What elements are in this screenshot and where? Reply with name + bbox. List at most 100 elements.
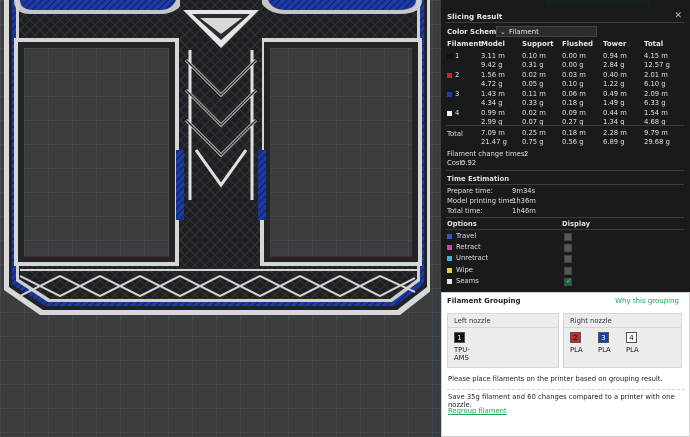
total-support-length: 0.25 m xyxy=(522,129,546,137)
time-estimation-title: Time Estimation xyxy=(447,175,510,183)
option-color-swatch xyxy=(447,267,452,273)
slicing-result-panel: Slicing Result ✕ Color Scheme ⌄ Filament … xyxy=(441,0,690,292)
filament-2-support-weight: 0.05 g xyxy=(522,80,544,88)
option-label: Seams xyxy=(456,276,479,285)
header-filament: Filament xyxy=(447,40,482,48)
grouping-title: Filament Grouping xyxy=(447,297,521,305)
filament-3-total-weight: 6.33 g xyxy=(644,99,666,107)
total-flushed-weight: 0.56 g xyxy=(562,138,584,146)
option-display-checkbox[interactable] xyxy=(564,255,572,264)
filament-swatch-1 xyxy=(447,54,452,59)
filament-id: 2 xyxy=(455,71,460,79)
filament-swatch-4 xyxy=(447,111,452,116)
filament-chip-3[interactable]: 3 xyxy=(598,332,609,343)
filament-type-label: PLA xyxy=(598,346,611,354)
right-nozzle-box: Right nozzle 2 PLA 3 PLA 4 PLA xyxy=(563,313,682,368)
option-display-checkbox[interactable] xyxy=(564,277,572,286)
total-model-length: 7.09 m xyxy=(481,129,505,137)
filament-3-model-weight: 4.34 g xyxy=(481,99,503,107)
prepare-time-label: Prepare time: xyxy=(447,187,493,195)
filament-1-tower-length: 0.94 m xyxy=(603,52,627,60)
filament-3-total-length: 2.09 m xyxy=(644,90,668,98)
left-nozzle-box: Left nozzle 1 TPU- AMS xyxy=(447,313,559,368)
header-total: Total xyxy=(644,40,664,48)
header-tower: Tower xyxy=(603,40,627,48)
filament-2-tower-length: 0.40 m xyxy=(603,71,627,79)
header-flushed: Flushed xyxy=(562,40,594,48)
chevron-down-icon: ⌄ xyxy=(500,28,506,36)
filament-1-tower-weight: 2.84 g xyxy=(603,61,625,69)
filament-id: 1 xyxy=(455,52,460,60)
change-times-label: Filament change times: xyxy=(447,150,527,158)
filament-id: 3 xyxy=(455,90,460,98)
total-label: Total xyxy=(447,130,463,138)
filament-type-label: TPU- AMS xyxy=(454,346,470,362)
option-display-checkbox[interactable] xyxy=(564,233,572,241)
filament-2-model-weight: 4.72 g xyxy=(481,80,503,88)
display-header: Display xyxy=(562,220,591,228)
header-model: Model xyxy=(481,40,505,48)
option-label: Travel xyxy=(456,232,477,240)
prepare-time-value: 9m34s xyxy=(512,187,536,195)
filament-3-tower-weight: 1.49 g xyxy=(603,99,625,107)
filament-id: 4 xyxy=(455,109,460,117)
filament-2-total-weight: 6.10 g xyxy=(644,80,666,88)
color-scheme-label: Color Scheme xyxy=(447,28,502,36)
options-header: Options xyxy=(447,220,477,228)
filament-chip-2[interactable]: 2 xyxy=(570,332,581,343)
filament-type-label: PLA xyxy=(626,346,639,354)
cost-value: 0.92 xyxy=(461,159,477,167)
why-grouping-link[interactable]: Why this grouping xyxy=(615,297,679,305)
total-support-weight: 0.75 g xyxy=(522,138,544,146)
change-times-value: 2 xyxy=(524,150,529,158)
total-tower-weight: 6.89 g xyxy=(603,138,625,146)
right-nozzle-label: Right nozzle xyxy=(570,317,612,325)
total-time-label: Total time: xyxy=(447,207,483,215)
filament-3-support-weight: 0.33 g xyxy=(522,99,544,107)
filament-type-label: PLA xyxy=(570,346,583,354)
total-total-weight: 29.68 g xyxy=(644,138,670,146)
panel-title: Slicing Result xyxy=(447,12,503,21)
filament-1-support-length: 0.10 m xyxy=(522,52,546,60)
close-icon[interactable]: ✕ xyxy=(674,11,682,21)
filament-1-flushed-length: 0.00 m xyxy=(562,52,586,60)
filament-chip-1[interactable]: 1 xyxy=(454,332,465,343)
filament-chip-4[interactable]: 4 xyxy=(626,332,637,343)
total-flushed-length: 0.18 m xyxy=(562,129,586,137)
filament-4-flushed-length: 0.09 m xyxy=(562,109,586,117)
filament-4-model-length: 0.99 m xyxy=(481,109,505,117)
option-display-checkbox[interactable] xyxy=(564,244,572,253)
option-color-swatch xyxy=(447,234,452,239)
total-time-value: 1h46m xyxy=(512,207,536,215)
option-label: Retract xyxy=(456,243,481,252)
filament-2-total-length: 2.01 m xyxy=(644,71,668,79)
model-time-value: 1h36m xyxy=(512,197,536,205)
filament-1-model-weight: 9.42 g xyxy=(481,61,503,69)
filament-4-support-length: 0.02 m xyxy=(522,109,546,117)
filament-3-model-length: 1.43 m xyxy=(481,90,505,98)
option-color-swatch xyxy=(447,278,452,284)
filament-1-support-weight: 0.31 g xyxy=(522,61,544,69)
filament-1-total-weight: 12.57 g xyxy=(644,61,670,69)
filament-2-flushed-length: 0.03 m xyxy=(562,71,586,79)
option-label: Wipe xyxy=(456,265,473,274)
option-label: Unretract xyxy=(456,254,489,263)
filament-2-support-length: 0.02 m xyxy=(522,71,546,79)
left-nozzle-label: Left nozzle xyxy=(454,317,491,325)
total-total-length: 9.79 m xyxy=(644,129,668,137)
header-support: Support xyxy=(522,40,554,48)
filament-2-model-length: 1.56 m xyxy=(481,71,505,79)
filament-swatch-2 xyxy=(447,73,452,78)
filament-1-model-length: 3.11 m xyxy=(481,52,505,60)
filament-4-total-length: 1.54 m xyxy=(644,109,668,117)
filament-2-tower-weight: 1.22 g xyxy=(603,80,625,88)
total-tower-length: 2.28 m xyxy=(603,129,627,137)
regroup-filament-link[interactable]: Regroup filament xyxy=(448,407,507,415)
model-time-label: Model printing time: xyxy=(447,197,516,205)
filament-3-flushed-length: 0.06 m xyxy=(562,90,586,98)
place-filaments-text: Please place filaments on the printer ba… xyxy=(448,375,663,383)
option-display-checkbox[interactable] xyxy=(564,266,572,275)
color-scheme-select[interactable]: ⌄ Filament xyxy=(496,26,597,37)
filament-3-tower-length: 0.49 m xyxy=(603,90,627,98)
option-color-swatch xyxy=(447,256,452,262)
